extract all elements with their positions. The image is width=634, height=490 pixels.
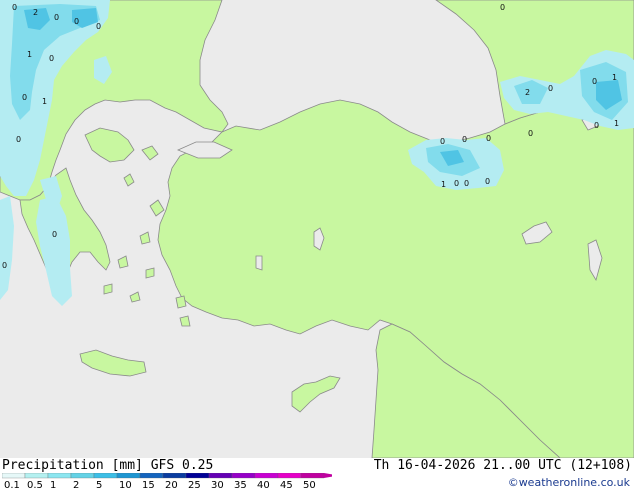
legend-label: 15 <box>142 480 155 489</box>
map-value: 0 <box>486 134 491 143</box>
map-value: 1 <box>42 97 47 106</box>
map-value: 1 <box>612 73 617 82</box>
legend-label: 30 <box>211 480 224 489</box>
model-label: GFS 0.25 <box>150 458 214 473</box>
legend-label: 1 <box>50 480 56 489</box>
map-value: 0 <box>485 177 490 186</box>
product-label: Precipitation [mm] <box>2 458 143 473</box>
legend-swatch <box>2 473 26 479</box>
map-footer: Precipitation [mm] GFS 0.25 Th 16-04-202… <box>0 458 634 490</box>
legend-swatch <box>47 473 72 479</box>
legend-swatch <box>24 473 49 479</box>
map-value: 0 <box>454 179 459 188</box>
legend-swatch <box>70 473 95 479</box>
map-value: 0 <box>500 3 505 12</box>
legend-label: 45 <box>280 480 293 489</box>
map-value: 2 <box>525 88 530 97</box>
legend-label: 0.5 <box>27 480 43 489</box>
map-value: 0 <box>52 230 57 239</box>
map-value: 0 <box>464 179 469 188</box>
map-value: 0 <box>2 261 7 270</box>
legend-swatch <box>139 473 164 479</box>
map-value: 1 <box>441 180 446 189</box>
legend-label: 0.1 <box>4 480 20 489</box>
map-value: 0 <box>548 84 553 93</box>
map-value: 0 <box>74 17 79 26</box>
map-value: 0 <box>528 129 533 138</box>
legend-label: 25 <box>188 480 201 489</box>
map-value: 2 <box>33 8 38 17</box>
legend-swatch <box>185 473 210 479</box>
legend-swatch <box>208 473 233 479</box>
legend-swatch <box>93 473 118 479</box>
map-value: 0 <box>22 93 27 102</box>
color-scale-legend: 0.1 0.5 1 2 5 10 15 20 25 30 35 40 45 50 <box>2 473 332 489</box>
legend-swatch <box>116 473 141 479</box>
legend-label: 2 <box>73 480 79 489</box>
map-title: Precipitation [mm] GFS 0.25 <box>2 458 213 473</box>
map-value: 0 <box>440 137 445 146</box>
map-value: 0 <box>49 54 54 63</box>
legend-label: 50 <box>303 480 316 489</box>
legend-label: 20 <box>165 480 178 489</box>
legend-label: 5 <box>96 480 102 489</box>
legend-swatch <box>254 473 279 479</box>
valid-time: Th 16-04-2026 21..00 UTC (12+108) <box>373 458 632 473</box>
legend-arrow <box>324 473 332 478</box>
legend-label: 35 <box>234 480 247 489</box>
legend-swatch <box>231 473 256 479</box>
map-value: 1 <box>27 50 32 59</box>
map-value: 0 <box>12 3 17 12</box>
legend-swatch <box>162 473 187 479</box>
legend-label: 10 <box>119 480 132 489</box>
map-value: 0 <box>594 121 599 130</box>
legend-label: 40 <box>257 480 270 489</box>
credit-link[interactable]: ©weatheronline.co.uk <box>508 476 630 489</box>
legend-swatch <box>277 473 302 479</box>
precipitation-map: 0 2 0 0 0 1 0 0 1 0 0 0 0 0 0 0 2 0 0 1 … <box>0 0 634 458</box>
map-value: 0 <box>592 77 597 86</box>
map-value: 0 <box>462 135 467 144</box>
map-value: 0 <box>54 13 59 22</box>
lake-small-1 <box>255 255 263 271</box>
map-value: 0 <box>96 22 101 31</box>
map-value: 0 <box>16 135 21 144</box>
map-value: 1 <box>614 119 619 128</box>
legend-swatch <box>300 473 325 479</box>
